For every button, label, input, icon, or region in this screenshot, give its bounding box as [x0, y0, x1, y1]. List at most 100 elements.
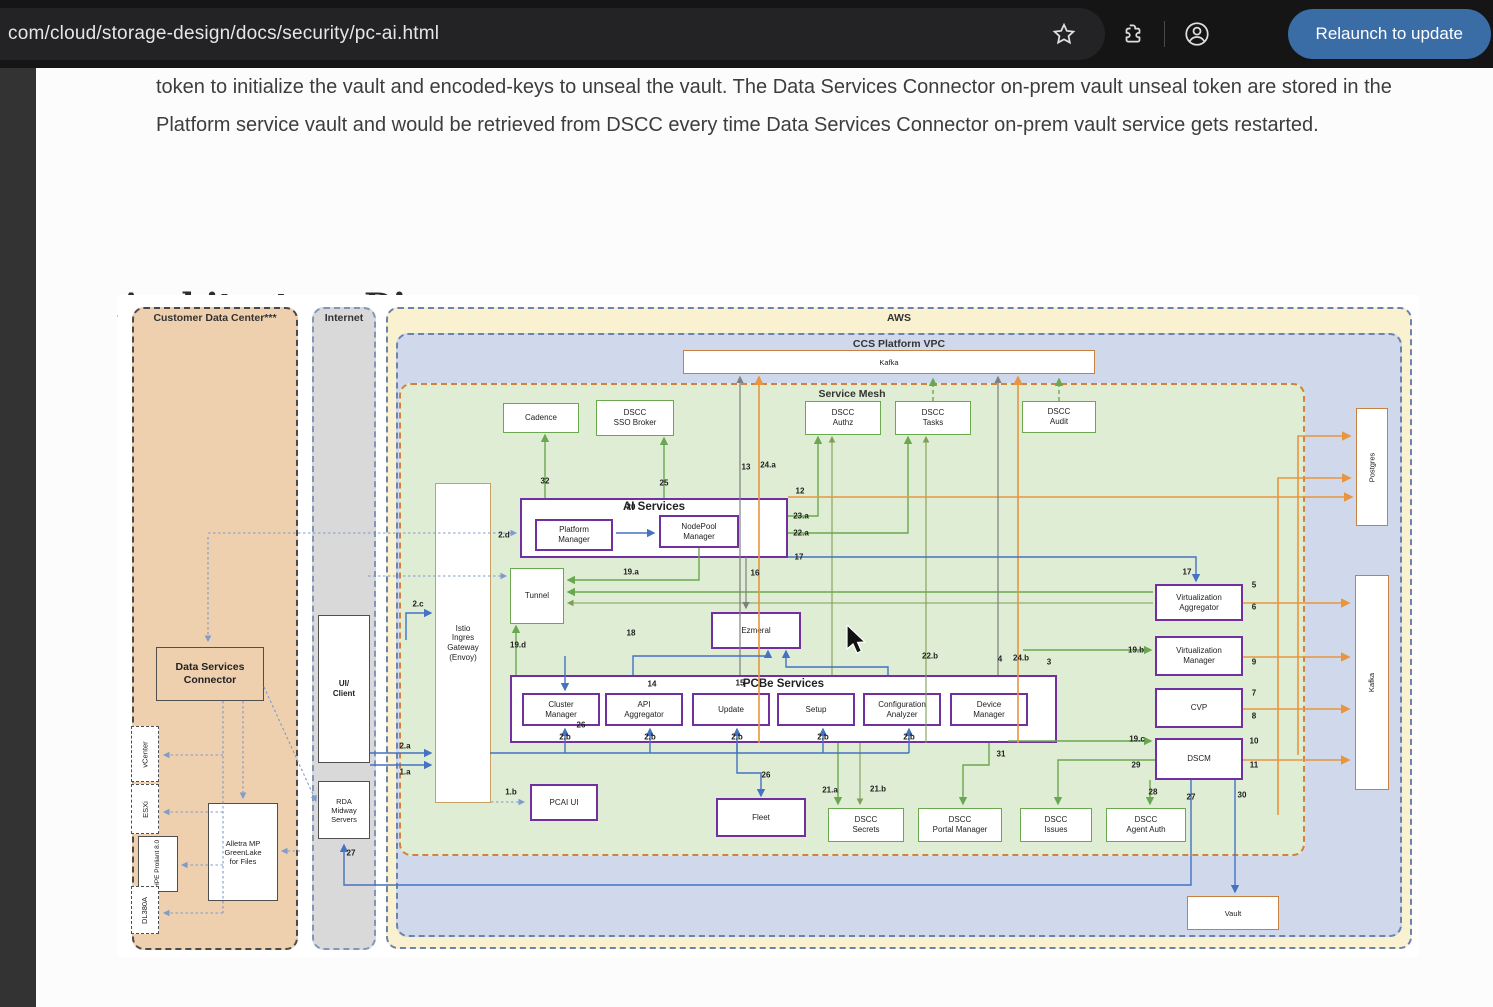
box-ui-client: UI/ Client	[318, 615, 370, 763]
edge-label-26: 26	[762, 771, 771, 780]
box-dscc-authz: DSCC Authz	[805, 401, 881, 435]
edge-label-17: 17	[1183, 568, 1192, 577]
box-nodepool-manager: NodePool Manager	[659, 515, 739, 548]
edge-label-22.b: 22.b	[922, 652, 938, 661]
edge-label-19.a: 19.a	[623, 568, 639, 577]
edge-label-4: 4	[998, 655, 1002, 664]
box-dscc-portal-manager: DSCC Portal Manager	[918, 808, 1002, 842]
box-label-api-aggregator: API Aggregator	[624, 700, 664, 719]
box-virtualization-manager: Virtualization Manager	[1155, 636, 1243, 676]
box-virtualization-aggregator: Virtualization Aggregator	[1155, 584, 1243, 621]
toolbar-divider	[1164, 21, 1165, 47]
container-label-service-mesh: Service Mesh	[401, 388, 1303, 400]
bookmark-star-icon[interactable]	[1051, 21, 1077, 47]
box-kafka-top: Kafka	[683, 350, 1095, 374]
box-label-cluster-manager: Cluster Manager	[545, 700, 577, 719]
box-label-cadence: Cadence	[525, 413, 557, 423]
box-cadence: Cadence	[503, 403, 579, 433]
box-sso-broker: DSCC SSO Broker	[596, 400, 674, 436]
box-vcenter: vCenter	[131, 726, 159, 782]
edge-label-3: 3	[1047, 658, 1051, 667]
box-dscm: DSCM	[1155, 738, 1243, 780]
edge-label-21.a: 21.a	[822, 786, 838, 795]
box-label-fleet: Fleet	[752, 813, 770, 823]
box-dscc-tasks: DSCC Tasks	[895, 401, 971, 435]
box-label-dscc-agent-auth: DSCC Agent Auth	[1126, 815, 1165, 834]
edge-label-31: 31	[997, 750, 1006, 759]
box-label-platform-manager: Platform Manager	[558, 525, 590, 544]
box-label-pcai-ui: PCAI UI	[550, 798, 579, 808]
box-label-dscc-authz: DSCC Authz	[832, 408, 855, 427]
edge-label-2.a: 2.a	[399, 742, 410, 751]
box-label-vault: Vault	[1225, 909, 1242, 918]
box-label-postgres: Postgres	[1367, 452, 1376, 482]
edge-label-2.c: 2.c	[412, 600, 423, 609]
box-label-dl380a: DL380A	[141, 896, 150, 923]
edge-label-11: 11	[1250, 761, 1258, 770]
box-update: Update	[692, 693, 770, 726]
edge-label-1.a: 1.a	[399, 768, 410, 777]
box-label-alletra: Alletra MP GreenLake for Files	[224, 839, 261, 866]
box-label-dscc-tasks: DSCC Tasks	[922, 408, 945, 427]
edge-label-29: 29	[1132, 761, 1141, 770]
box-kafka-right: Kafka	[1355, 575, 1389, 790]
edge-label-14: 14	[648, 680, 657, 689]
edge-label-7: 7	[1252, 689, 1256, 698]
edge-label-2.d: 2.d	[498, 531, 510, 540]
profile-icon[interactable]	[1183, 20, 1211, 48]
box-fleet: Fleet	[716, 798, 806, 837]
edge-label-1.b: 1.b	[505, 788, 517, 797]
edge-label-18: 18	[627, 629, 636, 638]
box-label-config-analyzer: Configuration Analyzer	[878, 700, 926, 719]
edge-label-2.b: 2.b	[817, 733, 829, 742]
edge-label-26: 26	[577, 721, 586, 730]
box-dl380a: DL380A	[131, 886, 159, 934]
box-label-device-manager: Device Manager	[973, 700, 1005, 719]
box-label-kafka-top: Kafka	[879, 358, 898, 367]
edge-label-28: 28	[1149, 788, 1158, 797]
box-label-dscc-issues: DSCC Issues	[1044, 815, 1067, 834]
edge-label-27: 27	[1187, 793, 1196, 802]
box-esxi: ESXi	[131, 784, 159, 834]
edge-label-2.b: 2.b	[731, 733, 743, 742]
body-paragraph: token to initialize the vault and encode…	[156, 68, 1428, 144]
edge-label-2.b: 2.b	[644, 733, 656, 742]
container-label-internet: Internet	[314, 312, 374, 324]
box-config-analyzer: Configuration Analyzer	[863, 693, 941, 726]
page-content: token to initialize the vault and encode…	[36, 68, 1493, 1007]
container-label-aws: AWS	[388, 312, 1410, 324]
edge-label-16: 16	[751, 569, 760, 578]
box-label-ui-client: UI/ Client	[333, 679, 355, 698]
box-setup: Setup	[777, 693, 855, 726]
box-cvp: CVP	[1155, 688, 1243, 728]
box-data-services-connector: Data Services Connector	[156, 647, 264, 701]
edge-label-24.b: 24.b	[1013, 654, 1029, 663]
box-hpe-proliant: HPE Proliant 8.0	[138, 836, 178, 892]
edge-label-10: 10	[1250, 737, 1259, 746]
edge-label-25: 25	[660, 479, 669, 488]
extensions-icon[interactable]	[1120, 21, 1146, 47]
edge-label-13: 13	[742, 463, 751, 472]
box-postgres: Postgres	[1356, 408, 1388, 526]
edge-label-12: 12	[796, 487, 805, 496]
edge-label-19.d: 19.d	[510, 641, 526, 650]
container-label-customer-dc: Customer Data Center***	[134, 312, 296, 324]
box-label-dscc-secrets: DSCC Secrets	[852, 815, 879, 834]
edge-label-17: 17	[795, 553, 804, 562]
box-label-virtualization-aggregator: Virtualization Aggregator	[1176, 593, 1222, 612]
box-label-data-services-connector: Data Services Connector	[176, 661, 245, 686]
edge-label-8: 8	[1252, 712, 1256, 721]
edge-label-2.b: 2.b	[903, 733, 915, 742]
box-label-esxi: ESXi	[141, 801, 150, 818]
box-label-ai-services: AI Services	[522, 501, 786, 515]
box-label-istio: Istio Ingres Gateway (Envoy)	[447, 624, 479, 662]
box-label-pcbe: PCBe Services	[512, 678, 1055, 692]
relaunch-button[interactable]: Relaunch to update	[1288, 9, 1491, 59]
box-label-kafka-right: Kafka	[1368, 673, 1377, 692]
box-vault: Vault	[1187, 896, 1279, 930]
box-label-nodepool-manager: NodePool Manager	[681, 522, 716, 541]
edge-label-24.a: 24.a	[760, 461, 776, 470]
box-dscc-issues: DSCC Issues	[1020, 808, 1092, 842]
address-bar[interactable]: com/cloud/storage-design/docs/security/p…	[0, 8, 1105, 60]
edge-label-32: 32	[541, 477, 550, 486]
